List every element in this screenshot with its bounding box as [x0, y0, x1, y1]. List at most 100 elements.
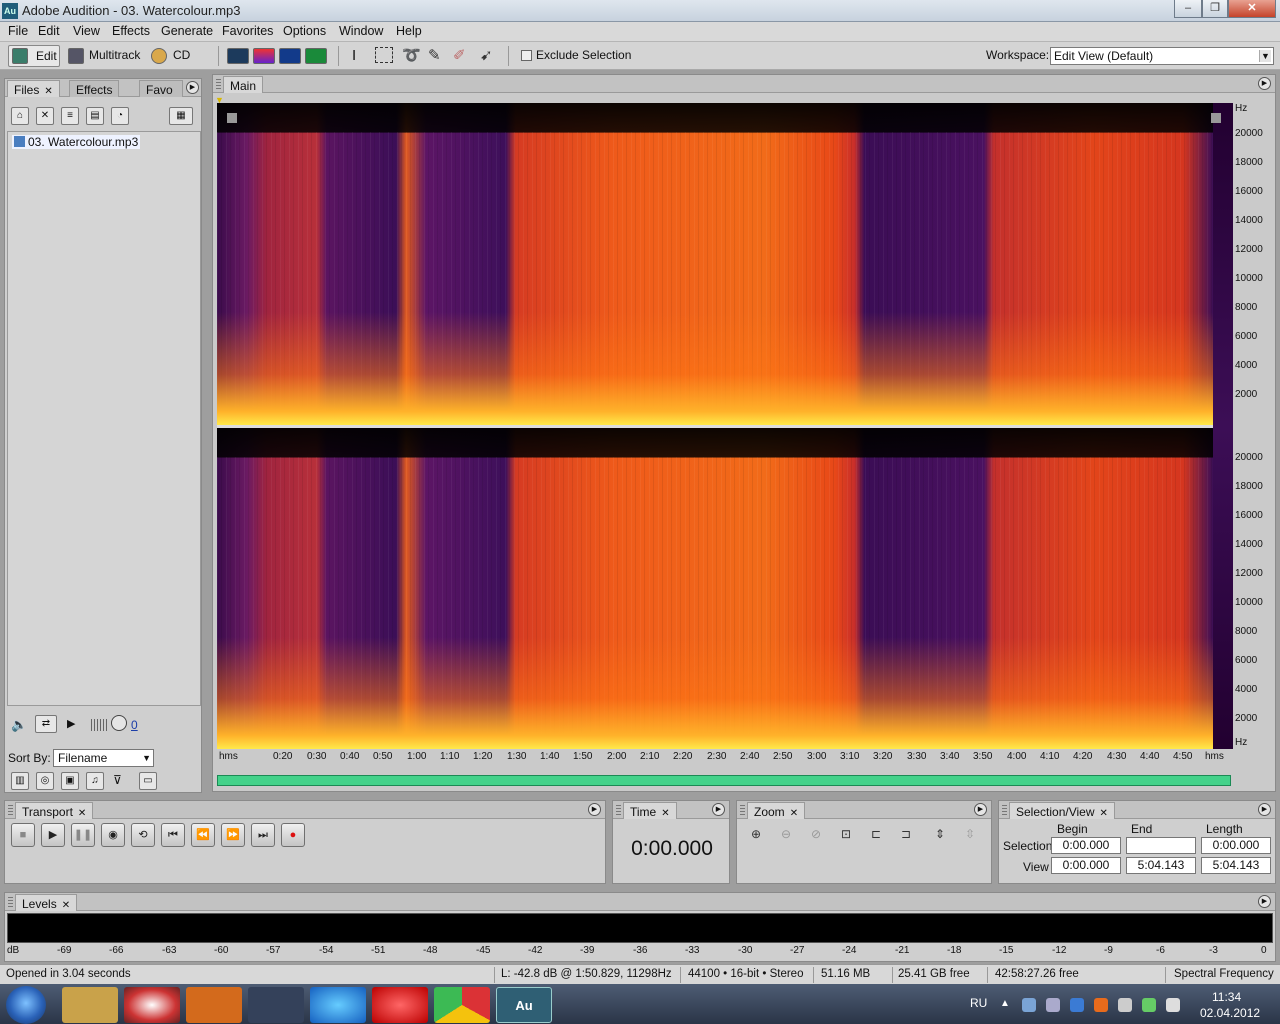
menu-generate[interactable]: Generate [161, 24, 213, 38]
spectral-phase-icon[interactable] [305, 48, 327, 64]
spectral-display[interactable] [217, 103, 1233, 749]
close-icon[interactable]: ✕ [78, 808, 86, 819]
close-icon[interactable]: ✕ [790, 808, 798, 819]
fox-app-icon[interactable] [248, 987, 304, 1023]
menu-file[interactable]: File [8, 24, 28, 38]
tab-main[interactable]: Main [223, 76, 264, 93]
close-icon[interactable]: ✕ [62, 900, 70, 911]
close-icon[interactable]: ✕ [661, 808, 669, 819]
tab-time[interactable]: Time ✕ [623, 802, 677, 819]
explorer-icon[interactable] [62, 987, 118, 1023]
audition-taskbar-button[interactable]: Au [496, 987, 552, 1023]
list-item[interactable]: 03. Watercolour.mp3 [12, 135, 141, 149]
menu-help[interactable]: Help [396, 24, 422, 38]
time-ruler[interactable]: hms 0:20 0:30 0:40 0:50 1:00 1:10 1:20 1… [217, 749, 1233, 767]
maximize-button[interactable]: ❐ [1202, 0, 1228, 18]
zoom-in-horizontal-icon[interactable]: ⊕ [745, 823, 767, 845]
filter-icon-2[interactable]: ◎ [36, 772, 54, 790]
filter-icon-4[interactable]: ♫ [86, 772, 104, 790]
view-end-field[interactable]: 5:04.143 [1126, 857, 1196, 874]
scrub-tool-icon[interactable]: ➹ [480, 46, 493, 64]
fast-forward-button[interactable]: ⏩ [221, 823, 245, 847]
multitrack-button[interactable]: Multitrack [89, 48, 140, 62]
workspace-select[interactable]: Edit View (Default) ▼ [1050, 47, 1274, 65]
tab-files[interactable]: Files ✕ [7, 80, 60, 97]
horizontal-scrollbar[interactable] [217, 775, 1231, 786]
power-icon[interactable] [1070, 998, 1084, 1012]
grip-icon[interactable] [8, 897, 13, 907]
view-begin-field[interactable]: 0:00.000 [1051, 857, 1121, 874]
panel-menu-icon[interactable]: ▶ [1258, 77, 1271, 90]
loop-icon[interactable]: ⇄ [35, 715, 57, 733]
loop-button[interactable]: ⟲ [131, 823, 155, 847]
volume-knob[interactable] [111, 715, 127, 731]
tab-levels[interactable]: Levels ✕ [15, 894, 78, 911]
grip-icon[interactable] [216, 79, 221, 89]
close-icon[interactable]: ✕ [44, 86, 52, 97]
tab-transport[interactable]: Transport ✕ [15, 802, 94, 819]
tab-favorites[interactable]: Favo [139, 80, 183, 97]
cd-button[interactable]: CD [173, 48, 190, 62]
show-icon[interactable]: ⊽ [113, 773, 122, 787]
grip-icon[interactable] [616, 805, 621, 815]
grip-icon[interactable] [740, 805, 745, 815]
zoom-selection-icon[interactable]: ⊡ [835, 823, 857, 845]
panel-menu-icon[interactable]: ▶ [1258, 895, 1271, 908]
right-marker-handle[interactable] [1211, 113, 1221, 123]
tab-selection-view[interactable]: Selection/View ✕ [1009, 802, 1115, 819]
zoom-out-full-icon[interactable]: ⊘ [805, 823, 827, 845]
network-icon[interactable] [1022, 998, 1036, 1012]
device-icon[interactable] [1118, 998, 1132, 1012]
browser-icon[interactable] [124, 987, 180, 1023]
panel-menu-icon[interactable]: ▶ [588, 803, 601, 816]
tab-zoom[interactable]: Zoom ✕ [747, 802, 806, 819]
selection-length-field[interactable]: 0:00.000 [1201, 837, 1271, 854]
menu-view[interactable]: View [73, 24, 100, 38]
play-icon[interactable]: ▶ [67, 717, 75, 730]
internet-explorer-icon[interactable] [310, 987, 366, 1023]
open-file-icon[interactable]: ⌂ [11, 107, 29, 125]
panel-menu-icon[interactable]: ▶ [1258, 803, 1271, 816]
zoom-left-edge-icon[interactable]: ⊏ [865, 823, 887, 845]
zoom-out-horizontal-icon[interactable]: ⊖ [775, 823, 797, 845]
insert-cd-icon[interactable]: ▤ [86, 107, 104, 125]
time-selection-tool-icon[interactable]: Ⅰ [352, 47, 356, 64]
zoom-out-vertical-icon[interactable]: ⇳ [959, 823, 981, 845]
menu-edit[interactable]: Edit [38, 24, 60, 38]
clock-time[interactable]: 11:34 [1212, 990, 1241, 1004]
pause-button[interactable]: ❚❚ [71, 823, 95, 847]
filter-icon-3[interactable]: ▣ [61, 772, 79, 790]
selection-end-field[interactable] [1126, 837, 1196, 854]
close-button[interactable]: ✕ [1228, 0, 1276, 18]
marquee-tool-icon[interactable] [375, 47, 393, 63]
panel-menu-icon[interactable]: ▶ [186, 81, 199, 94]
left-marker-handle[interactable] [227, 113, 237, 123]
menu-options[interactable]: Options [283, 24, 326, 38]
show-hidden-icons[interactable]: ▲ [1000, 998, 1010, 1009]
record-button[interactable]: ● [281, 823, 305, 847]
speaker-icon[interactable]: 🔈 [11, 717, 27, 733]
opera-icon[interactable] [372, 987, 428, 1023]
waveform-view-icon[interactable] [227, 48, 249, 64]
insert-multitrack-icon[interactable]: ≡ [61, 107, 79, 125]
app-tray-icon[interactable] [1094, 998, 1108, 1012]
minimize-button[interactable]: – [1174, 0, 1202, 18]
zoom-right-edge-icon[interactable]: ⊐ [895, 823, 917, 845]
chrome-icon[interactable] [434, 987, 490, 1023]
grip-icon[interactable] [8, 805, 13, 815]
selection-begin-field[interactable]: 0:00.000 [1051, 837, 1121, 854]
view-length-field[interactable]: 5:04.143 [1201, 857, 1271, 874]
filter-icon-1[interactable]: ▥ [11, 772, 29, 790]
security-icon[interactable] [1142, 998, 1156, 1012]
panel-menu-icon[interactable]: ▶ [712, 803, 725, 816]
play-button[interactable]: ▶ [41, 823, 65, 847]
close-icon[interactable]: ✕ [1100, 808, 1108, 819]
brush-tool-icon[interactable]: ✎ [428, 46, 441, 64]
clock-date[interactable]: 02.04.2012 [1200, 1006, 1260, 1020]
list-options-icon[interactable]: ▦ [169, 107, 193, 125]
spectral-view-icon[interactable] [253, 48, 275, 64]
go-to-start-button[interactable]: ⏮ [161, 823, 185, 847]
zoom-in-vertical-icon[interactable]: ⇕ [929, 823, 951, 845]
grip-icon[interactable] [1002, 805, 1007, 815]
edit-view-button[interactable]: Edit [8, 45, 60, 67]
